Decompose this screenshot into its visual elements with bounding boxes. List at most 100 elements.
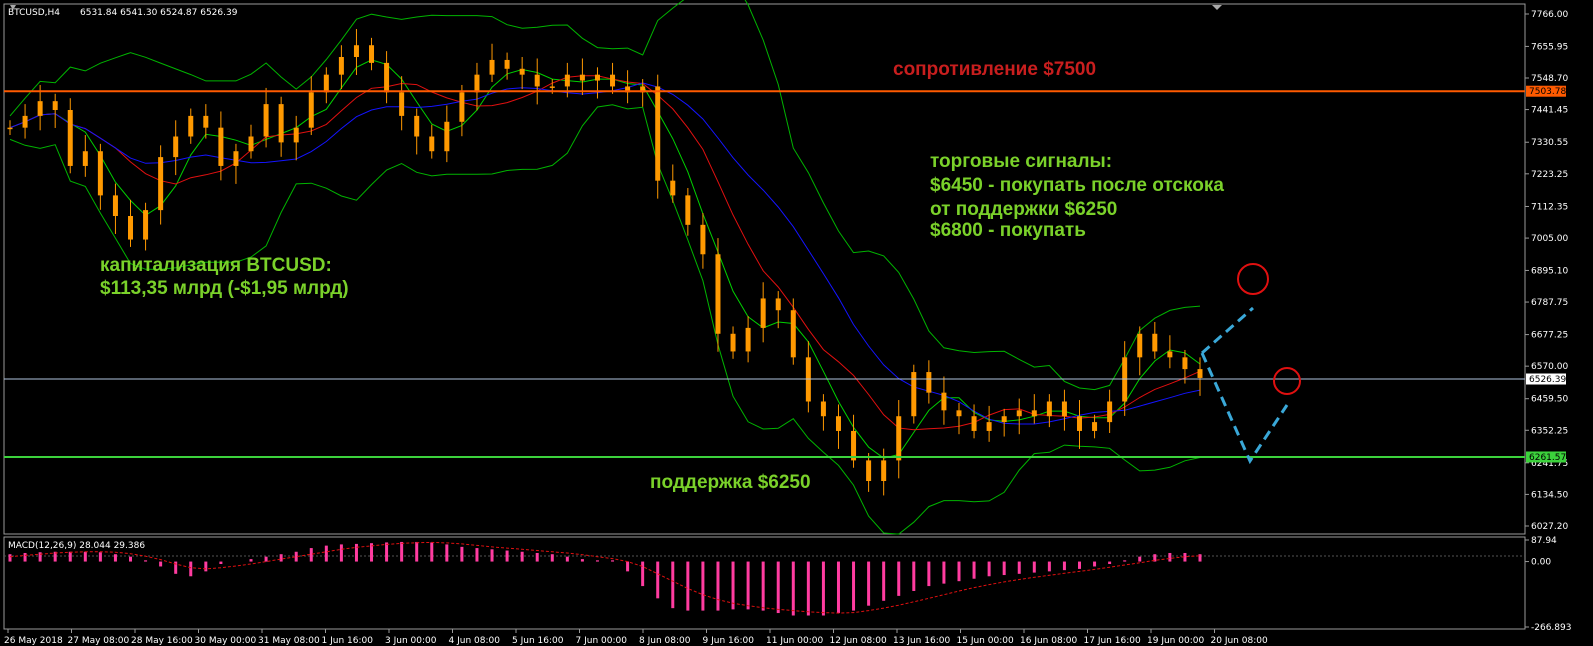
candle-body	[1107, 401, 1113, 423]
ohlc-readout: 6531.84 6541.30 6524.87 6526.39	[80, 8, 238, 18]
candle-body	[399, 92, 405, 116]
candle-body	[203, 115, 209, 128]
candle-body	[730, 333, 736, 352]
candle-body	[1092, 422, 1098, 431]
resistance-annotation: сопротивление $7500	[893, 59, 1096, 80]
support-annotation: поддержка $6250	[650, 472, 811, 493]
candle-body	[820, 401, 826, 417]
candle-body	[700, 224, 706, 255]
candle-body	[971, 416, 977, 431]
time-tick-label: 5 Jun 16:00	[512, 636, 564, 646]
candle-body	[1046, 401, 1052, 417]
candle-body	[881, 460, 887, 481]
macd-tick-label: -266.893	[1531, 623, 1571, 633]
candle-body	[760, 298, 766, 328]
candle-body	[1061, 401, 1067, 417]
candle-body	[7, 127, 13, 130]
time-tick-label: 31 May 08:00	[258, 636, 320, 646]
time-tick-label: 20 Jun 08:00	[1211, 636, 1268, 646]
candle-body	[685, 195, 691, 225]
candle-body	[429, 136, 435, 152]
time-tick-label: 30 May 00:00	[195, 636, 257, 646]
time-tick-label: 9 Jun 16:00	[703, 636, 755, 646]
candle-body	[745, 327, 751, 352]
current-price-tag: 6526.39	[1526, 373, 1566, 385]
candle-body	[489, 59, 495, 75]
price-tick-label: 7441.45	[1531, 106, 1568, 116]
signals-title: торговые сигналы:	[930, 151, 1112, 172]
candle-body	[579, 74, 585, 81]
price-tick-label: 6895.10	[1531, 266, 1568, 276]
price-tick-label: 6134.50	[1531, 490, 1568, 500]
time-tick-label: 3 Jun 00:00	[385, 636, 437, 646]
candle-body	[670, 180, 676, 196]
signal-line-2: от поддержки $6250	[930, 199, 1117, 220]
time-tick-label: 8 Jun 08:00	[639, 636, 691, 646]
candle-body	[143, 210, 149, 240]
candle-body	[414, 115, 420, 137]
candle-body	[504, 59, 510, 69]
price-tick-label: 7005.00	[1531, 234, 1568, 244]
candle-body	[158, 157, 164, 211]
price-tick-label: 6352.25	[1531, 426, 1568, 436]
candle-body	[835, 416, 841, 431]
candle-body	[775, 298, 781, 311]
candle-body	[1001, 416, 1007, 423]
candle-body	[323, 74, 329, 93]
candle-body	[308, 92, 314, 128]
signal-line-1: $6450 - покупать после отскока	[930, 175, 1224, 196]
svg-text:6526.39: 6526.39	[1529, 375, 1566, 385]
cap-title: капитализация BTCUSD:	[100, 255, 332, 276]
candle-body	[474, 74, 480, 93]
candle-body	[549, 86, 555, 88]
price-tick-label: 6570.00	[1531, 362, 1568, 372]
candle-body	[248, 136, 254, 152]
candle-body	[956, 410, 962, 417]
price-chart[interactable]: 7766.00 7655.95 7548.70 7441.45 7330.55 7223.…	[0, 0, 1593, 646]
signal-line-3: $6800 - покупать	[930, 220, 1086, 241]
candle-body	[218, 127, 224, 166]
macd-tick-label: 87.94	[1531, 536, 1557, 546]
candle-body	[534, 74, 540, 87]
candle-body	[37, 101, 43, 116]
candle-body	[293, 127, 299, 143]
candle-body	[338, 57, 344, 75]
candle-body	[866, 460, 872, 481]
candle-body	[1197, 369, 1203, 378]
candle-body	[519, 68, 525, 75]
price-tick-label: 6459.50	[1531, 395, 1568, 405]
time-tick-label: 17 Jun 16:00	[1084, 636, 1141, 646]
candle-body	[52, 101, 58, 110]
time-tick-label: 1 Jun 16:00	[322, 636, 374, 646]
candle-body	[128, 216, 134, 240]
macd-label: MACD(12,26,9) 28.044 29.386	[8, 541, 145, 551]
price-tick-label: 6677.25	[1531, 331, 1568, 341]
candle-body	[353, 45, 359, 57]
candle-body	[896, 416, 902, 461]
candle-body	[926, 372, 932, 393]
candle-body	[986, 422, 992, 431]
candle-body	[67, 110, 73, 166]
candle-body	[112, 195, 118, 216]
candle-body	[564, 74, 570, 87]
price-tick-label: 7223.25	[1531, 170, 1568, 180]
time-tick-label: 28 May 16:00	[131, 636, 193, 646]
candle-body	[941, 392, 947, 411]
candle-body	[610, 74, 616, 87]
price-tick-label: 6027.20	[1531, 522, 1568, 532]
price-tick-label: 7766.00	[1531, 10, 1568, 20]
svg-text:6261.57: 6261.57	[1529, 453, 1566, 463]
time-tick-label: 16 Jun 08:00	[1020, 636, 1077, 646]
candle-body	[444, 121, 450, 152]
candle-body	[715, 254, 721, 334]
price-tick-label: 7655.95	[1531, 42, 1568, 52]
resistance-price-tag: 7503.78	[1526, 85, 1566, 97]
candle-body	[1152, 333, 1158, 352]
candle-body	[1076, 416, 1082, 431]
time-tick-label: 7 Jun 00:00	[576, 636, 628, 646]
candle-body	[1182, 357, 1188, 370]
time-tick-label: 11 Jun 00:00	[766, 636, 823, 646]
candle-body	[233, 151, 239, 166]
candle-body	[82, 151, 88, 166]
candle-body	[655, 86, 661, 181]
